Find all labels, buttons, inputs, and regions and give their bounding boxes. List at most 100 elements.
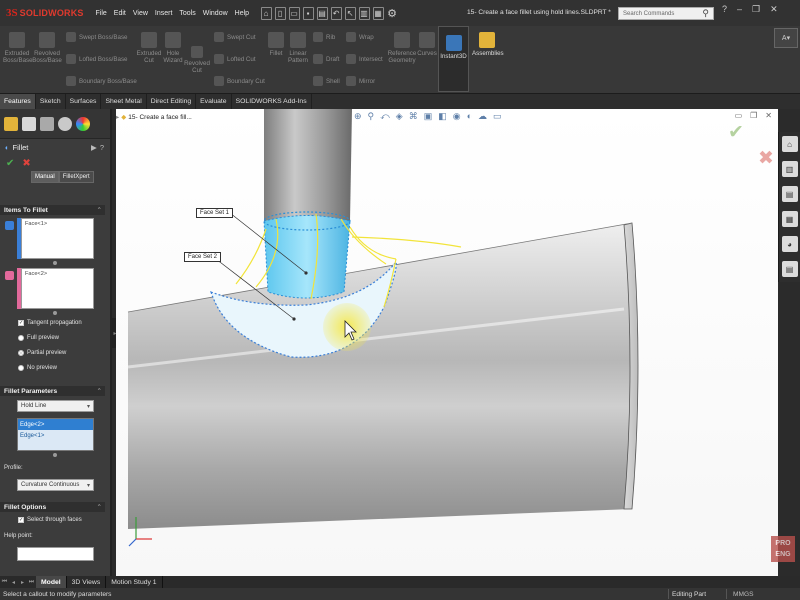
revolved-boss-button[interactable]: Revolved Boss/Base bbox=[32, 32, 62, 64]
viewport-close-icon[interactable]: ✕ bbox=[765, 111, 772, 120]
open-icon[interactable]: ▭ bbox=[288, 6, 300, 20]
reference-geometry-button[interactable]: Reference Geometry bbox=[386, 32, 418, 64]
menu-edit[interactable]: Edit bbox=[110, 10, 129, 17]
vertical-pipe[interactable] bbox=[264, 109, 352, 225]
mirror-button[interactable]: Mirror bbox=[346, 76, 375, 86]
extruded-boss-button[interactable]: Extruded Boss/Base bbox=[3, 32, 33, 64]
confirmation-cancel-icon[interactable]: ✖ bbox=[758, 147, 774, 170]
items-to-fillet-section[interactable]: Items To Fillet ⌃ bbox=[0, 205, 105, 215]
swept-cut-button[interactable]: Swept Cut bbox=[214, 32, 256, 42]
graphics-area[interactable]: ▸ ◆ 15- Create a face fill... ⊕ ⚲ ⤺ ◈ ⌘ … bbox=[116, 109, 778, 576]
prev-tab-icon[interactable]: ◂ bbox=[9, 579, 18, 586]
view-settings-icon[interactable]: ▭ bbox=[493, 111, 502, 122]
search-commands-input[interactable]: Search Commands ⚲ bbox=[618, 7, 714, 20]
appearances-scenes-icon[interactable]: ◕ bbox=[781, 236, 798, 252]
file-properties-icon[interactable]: ▦ bbox=[372, 6, 384, 20]
cancel-x-icon[interactable]: ✖ bbox=[22, 158, 30, 169]
new-document-icon[interactable]: ▯ bbox=[274, 6, 286, 20]
model-view[interactable] bbox=[116, 109, 778, 576]
list-item[interactable]: Edge<2> bbox=[18, 419, 93, 430]
main-body-surface[interactable] bbox=[128, 223, 637, 529]
tab-sheet-metal[interactable]: Sheet Metal bbox=[101, 94, 147, 109]
tab-sketch[interactable]: Sketch bbox=[36, 94, 66, 109]
wrap-button[interactable]: Wrap bbox=[346, 32, 374, 42]
fillet-options-section[interactable]: Fillet Options ⌃ bbox=[0, 502, 105, 512]
fillet-button[interactable]: Fillet bbox=[266, 32, 286, 57]
section-view-icon[interactable]: ◈ bbox=[396, 111, 403, 122]
revolved-cut-button[interactable]: Revolved Cut bbox=[184, 46, 210, 74]
full-preview-radio[interactable]: Full preview bbox=[18, 335, 59, 341]
tab-direct-editing[interactable]: Direct Editing bbox=[147, 94, 197, 109]
tab-manual[interactable]: Manual bbox=[31, 171, 59, 183]
hole-wizard-button[interactable]: Hole Wizard bbox=[160, 32, 186, 64]
resize-handle[interactable] bbox=[53, 311, 57, 315]
face-set-2-list[interactable]: Face<2> bbox=[21, 268, 94, 309]
last-tab-icon[interactable]: ⏭ bbox=[27, 579, 36, 586]
curves-button[interactable]: Curves bbox=[416, 32, 438, 57]
zoom-area-icon[interactable]: ⚲ bbox=[368, 111, 375, 122]
edit-appearance-icon[interactable]: ◐ bbox=[467, 111, 472, 121]
list-item[interactable]: Edge<1> bbox=[18, 430, 93, 441]
hold-line-edges-list[interactable]: Edge<2> Edge<1> bbox=[17, 418, 94, 451]
solidworks-resources-icon[interactable]: ⌂ bbox=[781, 136, 798, 152]
dimxpert-icon[interactable] bbox=[58, 116, 72, 131]
tab-evaluate[interactable]: Evaluate bbox=[196, 94, 232, 109]
undo-icon[interactable]: ↶ bbox=[330, 6, 342, 20]
tab-features[interactable]: Features bbox=[0, 94, 36, 109]
lofted-cut-button[interactable]: Lofted Cut bbox=[214, 54, 256, 64]
hide-show-items-icon[interactable]: ◉ bbox=[453, 111, 461, 122]
confirmation-ok-icon[interactable]: ✔ bbox=[728, 121, 744, 144]
assemblies-button[interactable]: Assemblies bbox=[472, 32, 504, 57]
face-set-2-callout[interactable]: Face Set 2 bbox=[184, 252, 222, 262]
design-library-icon[interactable]: ▥ bbox=[781, 161, 798, 177]
face-set-1-list[interactable]: Face<1> bbox=[21, 218, 94, 259]
apply-scene-icon[interactable]: ☁ bbox=[478, 111, 487, 122]
help-icon[interactable]: ? bbox=[722, 4, 727, 15]
rib-button[interactable]: Rib bbox=[313, 32, 335, 42]
tangent-propagation-checkbox[interactable]: ✓ Tangent propagation bbox=[18, 320, 82, 326]
configuration-manager-icon[interactable] bbox=[40, 116, 54, 131]
first-tab-icon[interactable]: ⏮ bbox=[0, 579, 9, 586]
instant3d-button[interactable]: Instant3D bbox=[438, 26, 469, 92]
help-point-field[interactable] bbox=[17, 547, 94, 561]
feature-tree-flyout[interactable]: ▸ ◆ 15- Create a face fill... bbox=[116, 113, 192, 122]
tab-model[interactable]: Model bbox=[36, 576, 67, 588]
print-icon[interactable]: ▤ bbox=[316, 6, 328, 20]
menu-file[interactable]: File bbox=[92, 10, 110, 17]
partial-preview-radio[interactable]: Partial preview bbox=[18, 350, 66, 356]
menu-insert[interactable]: Insert bbox=[151, 10, 176, 17]
linear-pattern-button[interactable]: Linear Pattern bbox=[285, 32, 311, 64]
help-icon[interactable]: ? bbox=[100, 143, 104, 152]
custom-properties-icon[interactable]: ▤ bbox=[781, 261, 798, 277]
menu-view[interactable]: View bbox=[129, 10, 151, 17]
view-orientation-icon[interactable]: ▣ bbox=[424, 111, 433, 122]
menu-window[interactable]: Window bbox=[199, 10, 231, 17]
search-icon[interactable]: ⚲ bbox=[702, 8, 709, 19]
solidworks-logo[interactable]: 3S SOLIDWORKS bbox=[0, 0, 83, 26]
tab-3d-views[interactable]: 3D Views bbox=[67, 576, 107, 588]
video-icon[interactable]: ▶ bbox=[91, 143, 97, 152]
previous-view-icon[interactable]: ⤺ bbox=[380, 111, 390, 122]
select-icon[interactable]: ↖ bbox=[344, 6, 356, 20]
profile-dropdown[interactable]: Curvature Continuous ▾ bbox=[17, 479, 94, 491]
fillet-parameters-section[interactable]: Fillet Parameters ⌃ bbox=[0, 386, 105, 396]
tab-surfaces[interactable]: Surfaces bbox=[66, 94, 102, 109]
close-icon[interactable]: ✕ bbox=[770, 4, 778, 15]
viewport-tile-icon[interactable]: ❐ bbox=[750, 111, 757, 120]
rebuild-icon[interactable]: ▥ bbox=[358, 6, 370, 20]
no-preview-radio[interactable]: No preview bbox=[18, 365, 57, 371]
tab-solidworks-add-ins[interactable]: SOLIDWORKS Add-Ins bbox=[232, 94, 312, 109]
next-tab-icon[interactable]: ▸ bbox=[18, 579, 27, 586]
home-icon[interactable]: ⌂ bbox=[260, 6, 272, 20]
feature-tree-icon[interactable] bbox=[4, 116, 18, 131]
display-style-icon[interactable]: ◧ bbox=[438, 111, 447, 122]
display-manager-icon[interactable] bbox=[76, 116, 90, 131]
ribbon-options-icon[interactable]: A▾ bbox=[774, 28, 798, 48]
intersect-button[interactable]: Intersect bbox=[346, 54, 383, 64]
dynamic-annotation-icon[interactable]: ⌘ bbox=[409, 111, 418, 122]
draft-button[interactable]: Draft bbox=[313, 54, 339, 64]
ok-check-icon[interactable]: ✔ bbox=[6, 158, 14, 169]
boundary-cut-button[interactable]: Boundary Cut bbox=[214, 76, 265, 86]
minimize-icon[interactable]: – bbox=[737, 4, 742, 15]
menu-help[interactable]: Help bbox=[231, 10, 252, 17]
